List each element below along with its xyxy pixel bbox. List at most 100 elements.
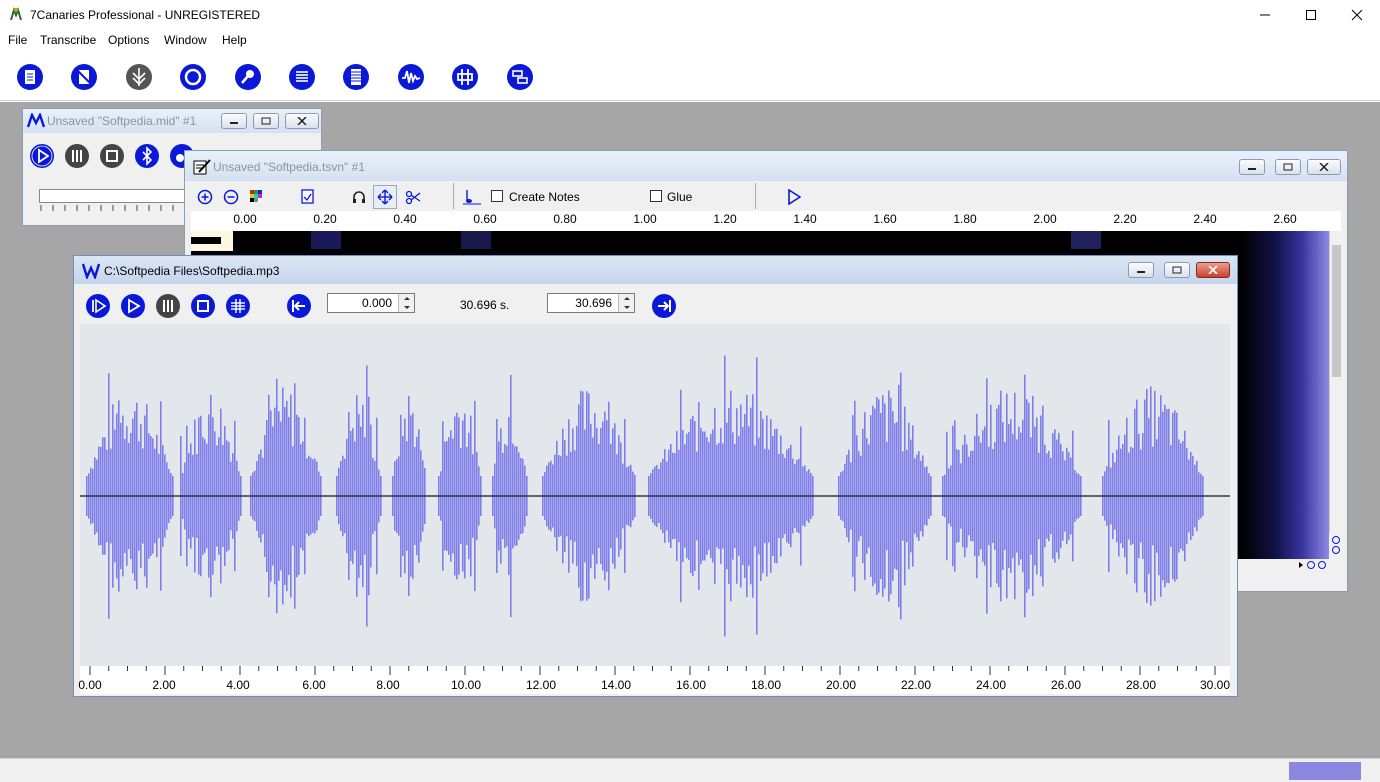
score-icon[interactable]	[225, 293, 251, 319]
scissors-icon[interactable]	[405, 189, 421, 205]
tsvn-window-caption: Unsaved "Softpedia.tsvn" #1	[185, 151, 1347, 181]
minimize-button[interactable]	[1242, 0, 1288, 30]
microphone-icon[interactable]	[234, 63, 262, 91]
go-to-start-icon[interactable]	[286, 293, 312, 319]
midi-minimize-button[interactable]	[221, 113, 247, 129]
move-arrows-icon	[377, 189, 393, 205]
go-to-end-icon[interactable]	[651, 293, 677, 319]
ruler-label: 0.00	[78, 678, 102, 692]
start-time-value: 0.000	[361, 296, 392, 310]
spin-arrows-icon	[624, 297, 630, 309]
record-circle-icon[interactable]	[179, 63, 207, 91]
horizontal-zoom-icon	[1299, 561, 1326, 569]
create-notes-label: Create Notes	[509, 190, 580, 204]
new-document-icon[interactable]	[16, 63, 44, 91]
midi-restore-button[interactable]	[253, 113, 279, 129]
ruler-label: 1.80	[953, 212, 977, 226]
minimize-icon	[1260, 14, 1270, 16]
transcription-file-icon	[193, 159, 211, 175]
play-from-start-icon[interactable]	[85, 293, 111, 319]
glue-checkbox[interactable]	[650, 190, 662, 202]
ruler-label: 4.00	[226, 678, 250, 692]
tsvn-close-button[interactable]	[1307, 159, 1341, 175]
no-document-icon[interactable]	[70, 63, 98, 91]
restore-icon	[1283, 163, 1293, 171]
ruler-label: 20.00	[825, 678, 857, 692]
midi-pause-icon[interactable]	[64, 143, 90, 169]
midi-stop-icon[interactable]	[99, 143, 125, 169]
ruler-label: 16.00	[675, 678, 707, 692]
ruler-label: 0.40	[393, 212, 417, 226]
ruler-label: 1.20	[713, 212, 737, 226]
ruler-label: 2.40	[1193, 212, 1217, 226]
ruler-label: 1.00	[633, 212, 657, 226]
bluetooth-icon[interactable]	[134, 143, 160, 169]
mp3-minimize-button[interactable]	[1128, 262, 1154, 278]
midi-play-icon[interactable]	[29, 143, 55, 169]
ruler-label: 28.00	[1125, 678, 1157, 692]
waveform-canvas[interactable]	[80, 324, 1230, 668]
note-document-icon[interactable]	[301, 189, 315, 205]
ruler-label: 10.00	[450, 678, 482, 692]
midi-window-title: Unsaved "Softpedia.mid" #1	[47, 114, 197, 128]
tsvn-restore-button[interactable]	[1275, 159, 1301, 175]
spin-arrows[interactable]	[618, 294, 634, 312]
spin-arrows[interactable]	[398, 294, 414, 312]
ruler-label: 8.00	[376, 678, 400, 692]
filmstrip-icon[interactable]	[342, 63, 370, 91]
status-bar	[0, 758, 1380, 782]
mp3-close-button[interactable]	[1196, 262, 1230, 278]
pause-icon[interactable]	[155, 293, 181, 319]
list-icon[interactable]	[288, 63, 316, 91]
start-time-spinner[interactable]: 0.000	[327, 293, 415, 313]
close-button[interactable]	[1334, 0, 1380, 30]
merge-icon[interactable]	[506, 63, 534, 91]
move-tool-button[interactable]	[373, 185, 397, 209]
tsvn-minimize-button[interactable]	[1239, 159, 1265, 175]
ruler-label: 30.00	[1199, 678, 1231, 692]
menu-options[interactable]: Options	[108, 33, 149, 47]
mp3-restore-button[interactable]	[1164, 262, 1190, 278]
end-time-spinner[interactable]: 30.696	[547, 293, 635, 313]
ruler-label: 12.00	[525, 678, 557, 692]
waveform-file-icon	[82, 263, 100, 279]
menu-transcribe[interactable]: Transcribe	[40, 33, 96, 47]
tsvn-horizontal-scroll-arrow[interactable]	[1297, 559, 1331, 571]
close-icon	[297, 117, 307, 125]
mp3-window-title: C:\Softpedia Files\Softpedia.mp3	[104, 264, 280, 278]
ruler-ticks	[89, 666, 1216, 675]
end-time-value: 30.696	[575, 296, 612, 310]
midi-close-button[interactable]	[285, 113, 319, 129]
restore-icon	[1172, 266, 1182, 274]
menu-help[interactable]: Help	[222, 33, 247, 47]
main-title-bar: 7Canaries Professional - UNREGISTERED	[0, 0, 1380, 30]
create-notes-checkbox[interactable]	[491, 190, 503, 202]
maximize-icon	[1306, 10, 1316, 20]
ruler-label: 2.20	[1113, 212, 1137, 226]
menu-file[interactable]: File	[8, 33, 27, 47]
color-palette-icon[interactable]	[249, 189, 263, 203]
maximize-button[interactable]	[1288, 0, 1334, 30]
tsvn-vertical-scrollbar[interactable]	[1329, 231, 1343, 533]
stop-icon[interactable]	[190, 293, 216, 319]
tsvn-time-ruler: 0.00 0.20 0.40 0.60 0.80 1.00 1.20 1.40 …	[191, 211, 1341, 231]
ruler-label: 1.40	[793, 212, 817, 226]
mp3-window: C:\Softpedia Files\Softpedia.mp3 0.000 3…	[73, 255, 1238, 697]
vertical-zoom-icon[interactable]	[1331, 535, 1343, 557]
note-glyph-icon[interactable]	[463, 189, 481, 205]
zoom-out-icon[interactable]	[223, 189, 239, 205]
tsvn-play-icon[interactable]	[787, 189, 801, 205]
mp3-window-caption: C:\Softpedia Files\Softpedia.mp3	[74, 256, 1237, 284]
leaf-icon[interactable]	[125, 63, 153, 91]
waveform-icon[interactable]	[397, 63, 425, 91]
ruler-label: 1.60	[873, 212, 897, 226]
headphones-icon[interactable]	[351, 189, 367, 205]
minimize-icon	[1248, 168, 1256, 170]
split-icon[interactable]	[451, 63, 479, 91]
menu-window[interactable]: Window	[164, 33, 207, 47]
ruler-label: 18.00	[750, 678, 782, 692]
play-icon[interactable]	[120, 293, 146, 319]
ruler-label: 2.00	[152, 678, 176, 692]
zoom-in-icon[interactable]	[197, 189, 213, 205]
ruler-label: 0.00	[233, 212, 257, 226]
